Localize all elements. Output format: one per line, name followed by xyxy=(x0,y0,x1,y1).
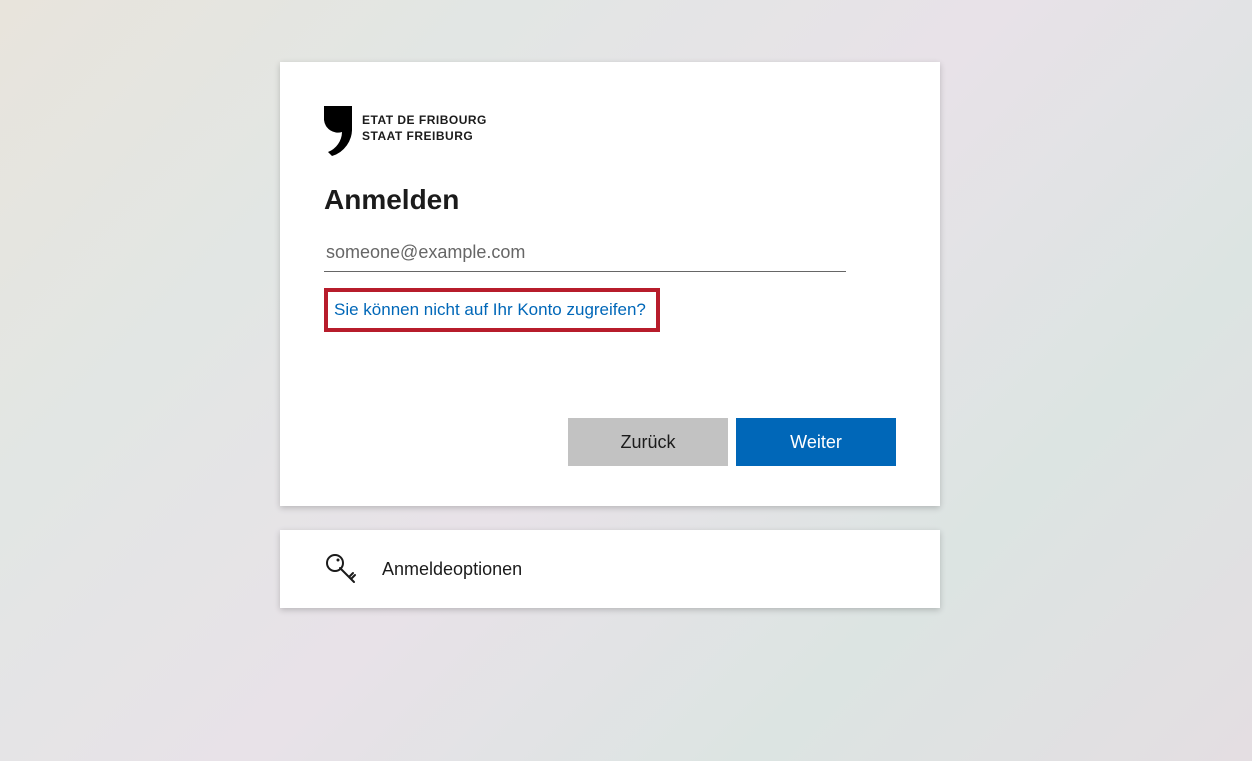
comma-logo-icon xyxy=(324,106,352,162)
help-link-highlight: Sie können nicht auf Ihr Konto zugreifen… xyxy=(324,288,660,332)
brand-line1: ETAT DE FRIBOURG xyxy=(362,112,487,128)
button-row: Zurück Weiter xyxy=(324,418,896,466)
signin-options-label: Anmeldeoptionen xyxy=(382,559,522,580)
key-icon xyxy=(324,552,358,586)
cant-access-account-link[interactable]: Sie können nicht auf Ihr Konto zugreifen… xyxy=(334,300,646,319)
page-title: Anmelden xyxy=(324,184,896,216)
back-button[interactable]: Zurück xyxy=(568,418,728,466)
email-input[interactable] xyxy=(324,236,846,272)
signin-options-card[interactable]: Anmeldeoptionen xyxy=(280,530,940,608)
brand-line2: STAAT FREIBURG xyxy=(362,128,487,144)
brand-logo: ETAT DE FRIBOURG STAAT FREIBURG xyxy=(324,106,896,162)
brand-text: ETAT DE FRIBOURG STAAT FREIBURG xyxy=(362,112,487,144)
signin-card: ETAT DE FRIBOURG STAAT FREIBURG Anmelden… xyxy=(280,62,940,506)
next-button[interactable]: Weiter xyxy=(736,418,896,466)
